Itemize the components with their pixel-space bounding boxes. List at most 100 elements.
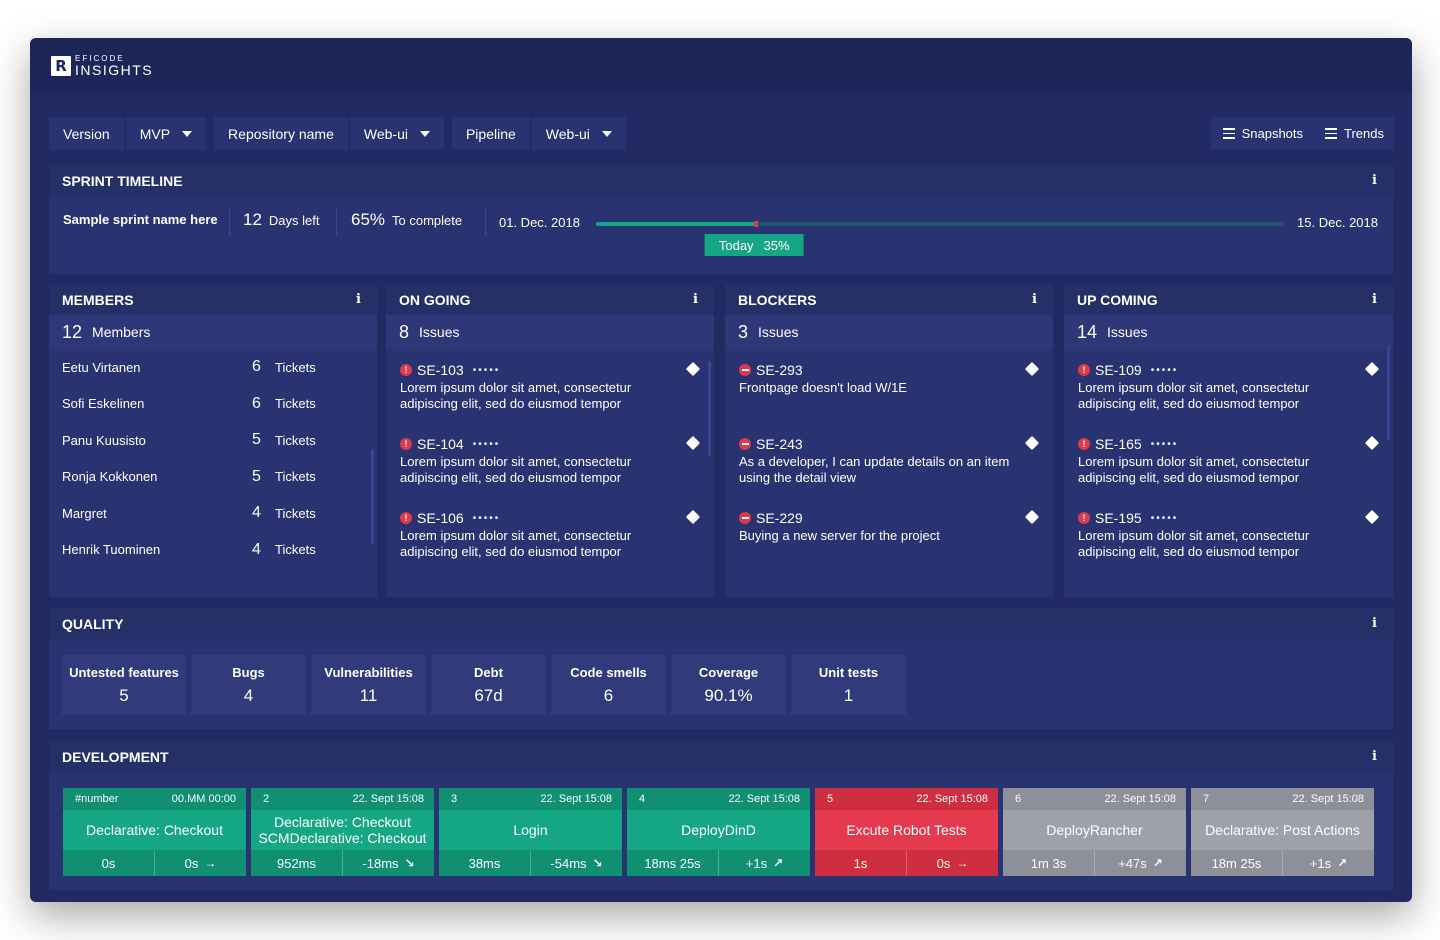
metric-vulnerabilities[interactable]: Vulnerabilities 11 [311, 655, 426, 715]
info-icon[interactable]: i [693, 292, 698, 307]
metric-value: 1 [843, 685, 854, 705]
logo[interactable]: R EFICODE INSIGHTS [51, 54, 153, 77]
pin-icon[interactable] [1024, 361, 1040, 377]
pin-icon[interactable] [1364, 509, 1380, 525]
sprint-progress-track [596, 221, 1284, 227]
sprint-start-date: 01. Dec. 2018 [499, 215, 580, 230]
snapshots-button[interactable]: Snapshots [1222, 126, 1303, 141]
caret-down-icon [601, 130, 612, 137]
pin-icon[interactable] [685, 361, 701, 377]
members-scrollbar[interactable] [371, 449, 374, 544]
issue-item[interactable]: SE-243 As a developer, I can update deta… [725, 423, 1053, 497]
info-icon[interactable]: i [1032, 292, 1037, 307]
ongoing-scrollbar[interactable] [708, 361, 711, 456]
metric-label: Debt [474, 664, 503, 680]
metric-untested-features[interactable]: Untested features 5 [62, 655, 186, 715]
info-icon[interactable]: i [356, 292, 361, 307]
repository-dropdown[interactable]: Web-ui [350, 117, 444, 150]
issue-item[interactable]: ! SE-106 ••••• Lorem ipsum dolor sit ame… [386, 497, 714, 571]
blocked-icon [739, 438, 751, 450]
stage-number: 2 [263, 793, 270, 805]
pin-icon[interactable] [1024, 509, 1040, 525]
stage-duration: 0s [101, 855, 116, 871]
metric-bugs[interactable]: Bugs 4 [191, 655, 306, 715]
pin-icon[interactable] [1364, 361, 1380, 377]
pipeline-stage[interactable]: 7 22. Sept 15:08 Declarative: Post Action… [1191, 788, 1374, 876]
complete-label: To complete [392, 213, 463, 228]
count-value: 12 [62, 321, 83, 342]
issue-item[interactable]: SE-229 Buying a new server for the proje… [725, 497, 1053, 571]
info-icon[interactable]: i [1372, 749, 1377, 764]
pipeline-stage[interactable]: 2 22. Sept 15:08 Declarative: Checkout SC… [251, 788, 434, 876]
pipeline-stage[interactable]: #number 00.MM 00:00 Declarative: Checkout… [63, 788, 246, 876]
member-row[interactable]: Eetu Virtanen 6 Tickets [49, 349, 377, 386]
pin-icon[interactable] [1364, 435, 1380, 451]
metric-value: 4 [243, 685, 254, 705]
stage-number: #number [75, 793, 119, 805]
today-label: Today [718, 237, 754, 253]
trend-arrow-icon: ↘ [404, 856, 415, 870]
issue-item[interactable]: SE-293 Frontpage doesn't load W/1E [725, 349, 1053, 423]
info-icon[interactable]: i [1372, 616, 1377, 631]
metric-label: Coverage [698, 664, 759, 680]
members-count: 12 Members [49, 315, 377, 349]
stage-delta: -54ms [550, 855, 587, 871]
member-name: Panu Kuusisto [62, 432, 146, 448]
pin-icon[interactable] [685, 509, 701, 525]
info-icon[interactable]: i [1372, 292, 1377, 307]
member-row[interactable]: Ronja Kokkonen 5 Tickets [49, 459, 377, 496]
issue-id: SE-104 [417, 436, 464, 452]
pin-icon[interactable] [1024, 435, 1040, 451]
stage-time: 22. Sept 15:08 [540, 793, 612, 805]
pipeline-stage[interactable]: 5 22. Sept 15:08 Excute Robot Tests 1s 0s… [815, 788, 998, 876]
count-value: 3 [738, 321, 749, 342]
issue-item[interactable]: ! SE-165 ••••• Lorem ipsum dolor sit ame… [1064, 423, 1393, 497]
blocked-icon [739, 364, 751, 376]
divider [336, 208, 337, 236]
ticket-count: 4 [252, 504, 261, 522]
member-row[interactable]: Margret 4 Tickets [49, 495, 377, 532]
metric-debt[interactable]: Debt 67d [431, 655, 546, 715]
issue-item[interactable]: ! SE-109 ••••• Lorem ipsum dolor sit ame… [1064, 349, 1393, 423]
pin-icon[interactable] [685, 435, 701, 451]
upcoming-scrollbar[interactable] [1387, 346, 1390, 441]
member-row[interactable]: Henrik Tuominen 4 Tickets [49, 532, 377, 569]
stage-name: Excute Robot Tests [815, 810, 998, 850]
trends-button[interactable]: Trends [1325, 126, 1384, 141]
info-icon[interactable]: i [1372, 173, 1377, 188]
trend-arrow-icon: ↘ [592, 856, 603, 870]
sprint-progress-fill [596, 222, 758, 226]
issue-item[interactable]: ! SE-103 ••••• Lorem ipsum dolor sit ame… [386, 349, 714, 423]
issue-item[interactable]: ! SE-104 ••••• Lorem ipsum dolor sit ame… [386, 423, 714, 497]
pipeline-stage[interactable]: 6 22. Sept 15:08 DeployRancher 1m 3s +47s… [1003, 788, 1186, 876]
stage-number: 5 [827, 793, 834, 805]
priority-dots: ••••• [472, 512, 501, 524]
pipeline-stage[interactable]: 3 22. Sept 15:08 Login 38ms -54ms ↘ [439, 788, 622, 876]
stage-number: 6 [1015, 793, 1022, 805]
pipeline-stage[interactable]: 4 22. Sept 15:08 DeployDinD 18ms 25s +1s ↗ [627, 788, 810, 876]
stage-duration: 952ms [276, 855, 317, 871]
issue-description: Lorem ipsum dolor sit amet, consectetur … [400, 528, 632, 559]
member-name: Sofi Eskelinen [62, 396, 145, 412]
metric-coverage[interactable]: Coverage 90.1% [671, 655, 786, 715]
issue-item[interactable]: ! SE-195 ••••• Lorem ipsum dolor sit ame… [1064, 497, 1393, 571]
issue-id: SE-109 [1095, 362, 1142, 378]
ticket-count: 6 [252, 358, 261, 376]
issue-id: SE-195 [1095, 510, 1142, 526]
stage-number: 7 [1203, 793, 1210, 805]
issue-description: Lorem ipsum dolor sit amet, consectetur … [1078, 454, 1310, 485]
complete-value: 65% [351, 210, 386, 229]
pipeline-dropdown[interactable]: Web-ui [532, 117, 626, 150]
metric-unit-tests[interactable]: Unit tests 1 [791, 655, 906, 715]
version-value: MVP [139, 125, 171, 142]
member-name: Eetu Virtanen [62, 359, 141, 375]
stage-name: Declarative: Post Actions [1191, 810, 1374, 850]
member-row[interactable]: Panu Kuusisto 5 Tickets [49, 422, 377, 459]
stage-name: Login [439, 810, 622, 850]
metric-code-smells[interactable]: Code smells 6 [551, 655, 666, 715]
sprint-end-date: 15. Dec. 2018 [1297, 215, 1378, 230]
member-row[interactable]: Sofi Eskelinen 6 Tickets [49, 386, 377, 423]
priority-dots: ••••• [1150, 364, 1179, 376]
ongoing-panel: ON GOING i 8 Issues ! SE-103 ••••• Lorem… [386, 284, 714, 597]
version-dropdown[interactable]: MVP [126, 117, 206, 150]
